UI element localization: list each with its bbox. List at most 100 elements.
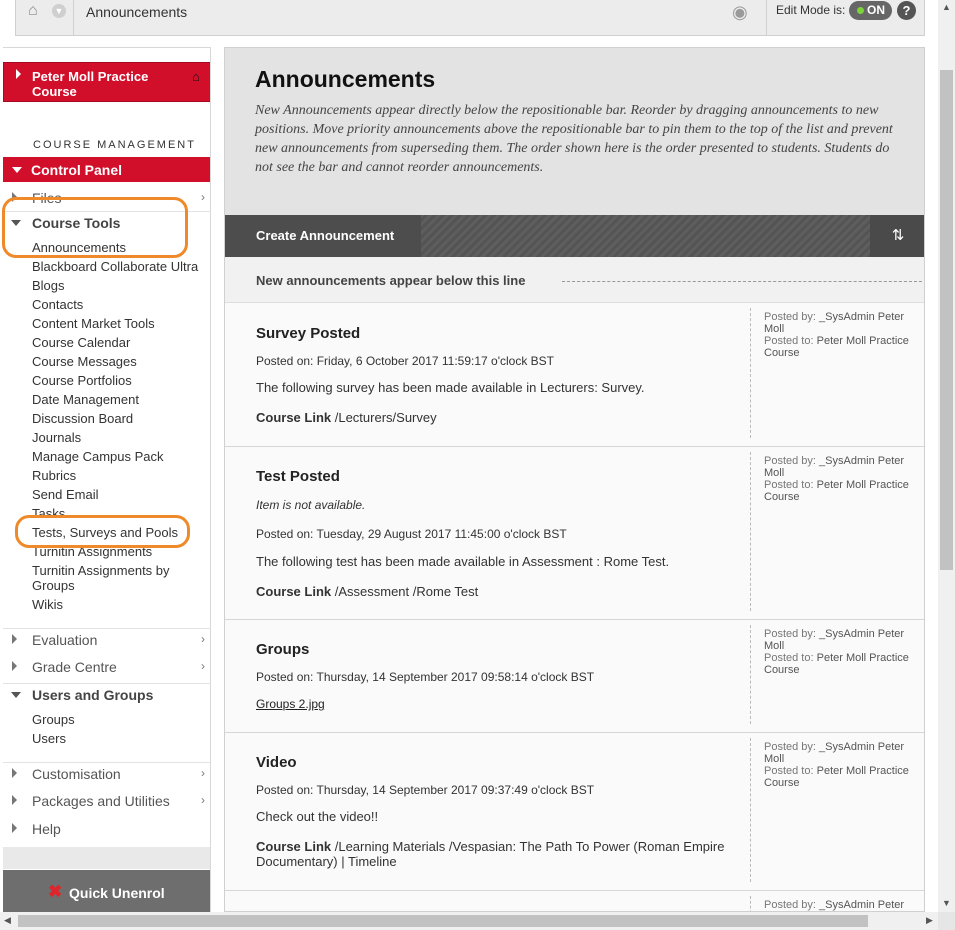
nav-item-content-market-tools[interactable]: Content Market Tools bbox=[32, 316, 155, 331]
course-menu: Peter Moll Practice Course ⌂ COURSE MANA… bbox=[3, 47, 211, 912]
posted-to-key: Posted to: bbox=[764, 479, 814, 491]
nav-item-users[interactable]: Users bbox=[32, 731, 66, 746]
expand-triangle-icon bbox=[12, 192, 17, 202]
student-preview-eye-icon[interactable]: ◉ bbox=[732, 2, 748, 23]
chevron-down-icon[interactable]: ▼ bbox=[52, 4, 66, 18]
collapse-triangle-icon bbox=[12, 167, 22, 173]
announcement-item[interactable]: Video Posted on: Thursday, 14 September … bbox=[225, 733, 924, 891]
nav-section-evaluation[interactable]: Evaluation › bbox=[3, 628, 210, 650]
main-content: Announcements New Announcements appear d… bbox=[224, 47, 925, 912]
announcement-posted-on: Posted on: Tuesday, 29 August 2017 11:45… bbox=[256, 527, 567, 541]
toggle-on-dot bbox=[857, 7, 864, 14]
nav-item-rubrics[interactable]: Rubrics bbox=[32, 468, 76, 483]
expand-triangle-icon bbox=[12, 661, 17, 671]
nav-section-customisation[interactable]: Customisation › bbox=[3, 762, 210, 784]
create-announcement-button[interactable]: Create Announcement bbox=[225, 215, 421, 257]
chevron-right-icon: › bbox=[201, 793, 205, 807]
posted-to-key: Posted to: bbox=[764, 335, 814, 347]
scroll-right-arrow-icon[interactable]: ▶ bbox=[926, 915, 933, 926]
nav-section-label: Help bbox=[32, 821, 61, 837]
nav-item-date-management[interactable]: Date Management bbox=[32, 392, 139, 407]
nav-section-users-and-groups[interactable]: Users and Groups bbox=[3, 683, 210, 705]
course-link-label: Course Link bbox=[256, 410, 332, 425]
announcement-title: Groups bbox=[256, 641, 310, 658]
vertical-scrollbar[interactable]: ▲ ▼ bbox=[938, 0, 955, 912]
repositionable-bar[interactable]: New announcements appear below this line bbox=[225, 257, 924, 303]
collapse-triangle-icon bbox=[11, 692, 21, 698]
sort-icon[interactable]: ⇅ bbox=[870, 215, 924, 257]
control-panel-header[interactable]: Control Panel bbox=[3, 157, 210, 182]
nav-section-grade-centre[interactable]: Grade Centre › bbox=[3, 656, 210, 678]
nav-item-blogs[interactable]: Blogs bbox=[32, 278, 65, 293]
nav-item-tasks[interactable]: Tasks bbox=[32, 506, 65, 521]
announcement-course-link[interactable]: Course Link /Assessment /Rome Test bbox=[256, 584, 726, 599]
collapse-triangle-icon bbox=[11, 220, 21, 226]
announcement-course-link[interactable]: Course Link /Lecturers/Survey bbox=[256, 410, 726, 425]
nav-section-packages-and-utilities[interactable]: Packages and Utilities › bbox=[3, 790, 210, 812]
nav-item-wikis[interactable]: Wikis bbox=[32, 597, 63, 612]
home-icon[interactable]: ⌂ bbox=[28, 2, 38, 20]
announcement-body: The following test has been made availab… bbox=[256, 554, 670, 569]
nav-item-contacts[interactable]: Contacts bbox=[32, 297, 83, 312]
nav-item-journals[interactable]: Journals bbox=[32, 430, 81, 445]
scroll-left-arrow-icon[interactable]: ◀ bbox=[4, 915, 11, 926]
horizontal-scrollbar[interactable]: ◀ ▶ bbox=[0, 912, 938, 930]
repositionable-bar-label: New announcements appear below this line bbox=[256, 273, 526, 288]
scroll-thumb[interactable] bbox=[18, 915, 868, 927]
divider bbox=[73, 0, 74, 36]
scroll-up-arrow-icon[interactable]: ▲ bbox=[942, 2, 951, 12]
help-icon[interactable]: ? bbox=[897, 1, 916, 20]
scroll-thumb[interactable] bbox=[940, 70, 953, 570]
nav-item-turnitin-assignments-by-groups[interactable]: Turnitin Assignments by Groups bbox=[32, 563, 202, 593]
nav-item-course-messages[interactable]: Course Messages bbox=[32, 354, 137, 369]
nav-item-discussion-board[interactable]: Discussion Board bbox=[32, 411, 133, 426]
nav-section-label: Customisation bbox=[32, 766, 121, 782]
nav-item-turnitin-assignments[interactable]: Turnitin Assignments bbox=[32, 544, 152, 559]
scroll-down-arrow-icon[interactable]: ▼ bbox=[942, 898, 951, 908]
announcement-course-link[interactable]: Course Link /Learning Materials /Vespasi… bbox=[256, 839, 726, 869]
attachment-link[interactable]: Groups 2.jpg bbox=[256, 697, 325, 711]
nav-item-groups[interactable]: Groups bbox=[32, 712, 75, 727]
announcement-title: Video bbox=[256, 754, 297, 771]
announcement-item[interactable]: Survey Posted Posted on: Friday, 6 Octob… bbox=[225, 303, 924, 447]
course-title-header[interactable]: Peter Moll Practice Course ⌂ bbox=[3, 62, 210, 102]
announcement-posted-on: Posted on: Thursday, 14 September 2017 0… bbox=[256, 783, 595, 797]
nav-item-announcements[interactable]: Announcements bbox=[32, 240, 126, 255]
dashed-divider bbox=[562, 281, 922, 282]
nav-item-blackboard-collaborate-ultra[interactable]: Blackboard Collaborate Ultra bbox=[32, 259, 198, 274]
page-title: Announcements bbox=[255, 66, 436, 92]
nav-section-label: Users and Groups bbox=[32, 687, 154, 703]
announcement-item[interactable]: Groups Posted on: Thursday, 14 September… bbox=[225, 620, 924, 733]
nav-item-manage-campus-pack[interactable]: Manage Campus Pack bbox=[32, 449, 164, 464]
nav-section-label: Grade Centre bbox=[32, 659, 117, 675]
nav-item-tests-surveys-pools[interactable]: Tests, Surveys and Pools bbox=[32, 525, 178, 540]
nav-section-files[interactable]: Files › bbox=[3, 187, 210, 209]
announcement-meta: Posted by: _SysAdmin Peter Moll Posted t… bbox=[750, 452, 924, 611]
announcement-title: Test Posted bbox=[256, 468, 340, 485]
announcement-item[interactable]: Posted by: _SysAdmin Peter bbox=[225, 891, 924, 911]
house-icon[interactable]: ⌂ bbox=[192, 69, 200, 84]
announcement-item[interactable]: Test Posted Item is not available. Poste… bbox=[225, 447, 924, 620]
nav-item-course-portfolios[interactable]: Course Portfolios bbox=[32, 373, 132, 388]
scrollbar-corner bbox=[938, 912, 955, 930]
nav-section-help[interactable]: Help bbox=[3, 818, 210, 840]
course-link-path: /Lecturers/Survey bbox=[331, 410, 437, 425]
quick-unenrol-button[interactable]: ✖ Quick Unenrol bbox=[3, 870, 210, 912]
chevron-right-icon: › bbox=[201, 766, 205, 780]
chevron-right-icon: › bbox=[201, 659, 205, 673]
nav-section-course-tools[interactable]: Course Tools bbox=[3, 211, 210, 233]
announcement-body: The following survey has been made avail… bbox=[256, 380, 645, 395]
breadcrumb-current: Announcements bbox=[86, 4, 188, 20]
expand-triangle-icon bbox=[16, 69, 21, 79]
edit-mode-value: ON bbox=[867, 3, 885, 17]
nav-item-course-calendar[interactable]: Course Calendar bbox=[32, 335, 130, 350]
nav-item-send-email[interactable]: Send Email bbox=[32, 487, 98, 502]
edit-mode-toggle[interactable]: ON bbox=[849, 1, 892, 20]
posted-by-key: Posted by: bbox=[764, 455, 816, 467]
top-breadcrumb-bar: ⌂ ▼ Announcements ◉ Edit Mode is: ON ? bbox=[15, 0, 925, 36]
announcement-meta: Posted by: _SysAdmin Peter bbox=[750, 896, 924, 911]
posted-by-key: Posted by: bbox=[764, 628, 816, 640]
posted-by-value: _SysAdmin Peter bbox=[819, 899, 905, 911]
expand-triangle-icon bbox=[12, 768, 17, 778]
nav-section-label: Evaluation bbox=[32, 632, 98, 648]
